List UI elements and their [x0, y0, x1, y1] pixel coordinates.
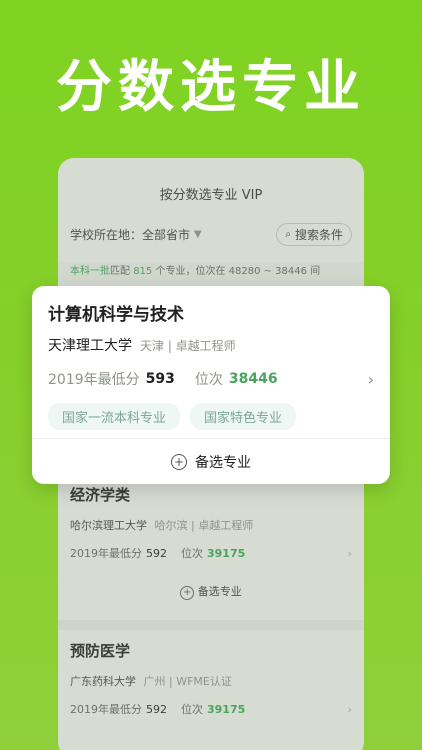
search-conditions-label: 搜索条件: [294, 227, 343, 242]
university-name: 广东药科大学: [70, 675, 136, 688]
popup-score-label: 2019年最低分: [48, 372, 140, 388]
popup-major-name: 计算机科学与技术: [48, 305, 184, 325]
plus-icon: +: [171, 454, 187, 470]
chevron-right-icon[interactable]: ›: [348, 703, 352, 716]
batch-label: 本科一批: [70, 266, 110, 277]
filter-row: 学校所在地： 全部省市 ▼ ⌕ 搜索条件: [70, 222, 352, 246]
search-conditions-button[interactable]: ⌕ 搜索条件: [276, 222, 352, 246]
chevron-right-icon[interactable]: ›: [368, 370, 374, 389]
list-item[interactable]: 预防医学 广东药科大学 广州 | WFME认证 2019年最低分 592 位次 …: [58, 640, 364, 717]
location-label: 学校所在地：: [70, 227, 143, 242]
rank-label: 位次: [181, 703, 203, 716]
list-item[interactable]: 经济学类 哈尔滨理工大学 哈尔滨 | 卓越工程师 2019年最低分 592 位次…: [58, 484, 364, 600]
major-name: 经济学类: [70, 486, 131, 504]
tag: 国家特色专业: [190, 403, 297, 430]
university-row: 广东药科大学 广州 | WFME认证: [70, 673, 352, 689]
score-label: 2019年最低分: [70, 547, 142, 560]
tag: 国家一流本科专业: [48, 403, 181, 430]
chevron-right-icon[interactable]: ›: [348, 547, 352, 560]
score-row: 2019年最低分 592 位次 39175 ›: [70, 701, 352, 717]
match-summary: 本科一批匹配 815 个专业，位次在 48280 ~ 38446 间: [58, 262, 364, 286]
score-value: 592: [146, 546, 167, 560]
popup-university-row: 天津理工大学 天津 | 卓越工程师: [48, 335, 374, 355]
match-count: 815: [133, 266, 153, 277]
rank-label: 位次: [181, 547, 203, 560]
popup-rank-value: 38446: [228, 371, 278, 387]
rank-value: 39175: [207, 702, 246, 716]
match-range: 个专业，位次在 48280 ~ 38446 间: [152, 266, 321, 277]
popup-university-name: 天津理工大学: [48, 338, 132, 354]
divider: [58, 620, 364, 630]
popup-score-row: 2019年最低分 593 位次 38446 ›: [48, 369, 374, 389]
major-name: 预防医学: [70, 642, 131, 660]
university-meta: 哈尔滨 | 卓越工程师: [154, 519, 254, 532]
university-row: 哈尔滨理工大学 哈尔滨 | 卓越工程师: [70, 517, 352, 533]
add-alternative-button[interactable]: + 备选专业: [32, 452, 390, 472]
filter-icon: ⌕: [285, 228, 291, 240]
divider: [32, 438, 390, 439]
popup-score-value: 593: [145, 371, 175, 387]
score-label: 2019年最低分: [70, 703, 142, 716]
add-alternative-button[interactable]: + 备选专业: [70, 583, 352, 600]
add-alternative-label: 备选专业: [197, 585, 242, 598]
score-value: 592: [146, 702, 167, 716]
tag-list: 国家一流本科专业 国家特色专业: [48, 403, 374, 430]
popup-rank-label: 位次: [194, 372, 223, 388]
popup-university-meta: 天津 | 卓越工程师: [140, 338, 236, 353]
match-text: 匹配: [110, 266, 130, 277]
rank-value: 39175: [207, 546, 246, 560]
add-alternative-label: 备选专业: [195, 455, 251, 471]
location-select[interactable]: 全部省市: [142, 226, 190, 243]
plus-icon: +: [180, 586, 195, 600]
university-meta: 广州 | WFME认证: [143, 675, 232, 688]
hero-title: 分数选专业: [56, 55, 366, 120]
major-detail-card[interactable]: 计算机科学与技术 天津理工大学 天津 | 卓越工程师 2019年最低分 593 …: [32, 286, 390, 484]
university-name: 哈尔滨理工大学: [70, 519, 147, 532]
page-header: 按分数选专业 VIP: [159, 188, 263, 203]
score-row: 2019年最低分 592 位次 39175 ›: [70, 545, 352, 561]
chevron-down-icon[interactable]: ▼: [194, 229, 202, 240]
